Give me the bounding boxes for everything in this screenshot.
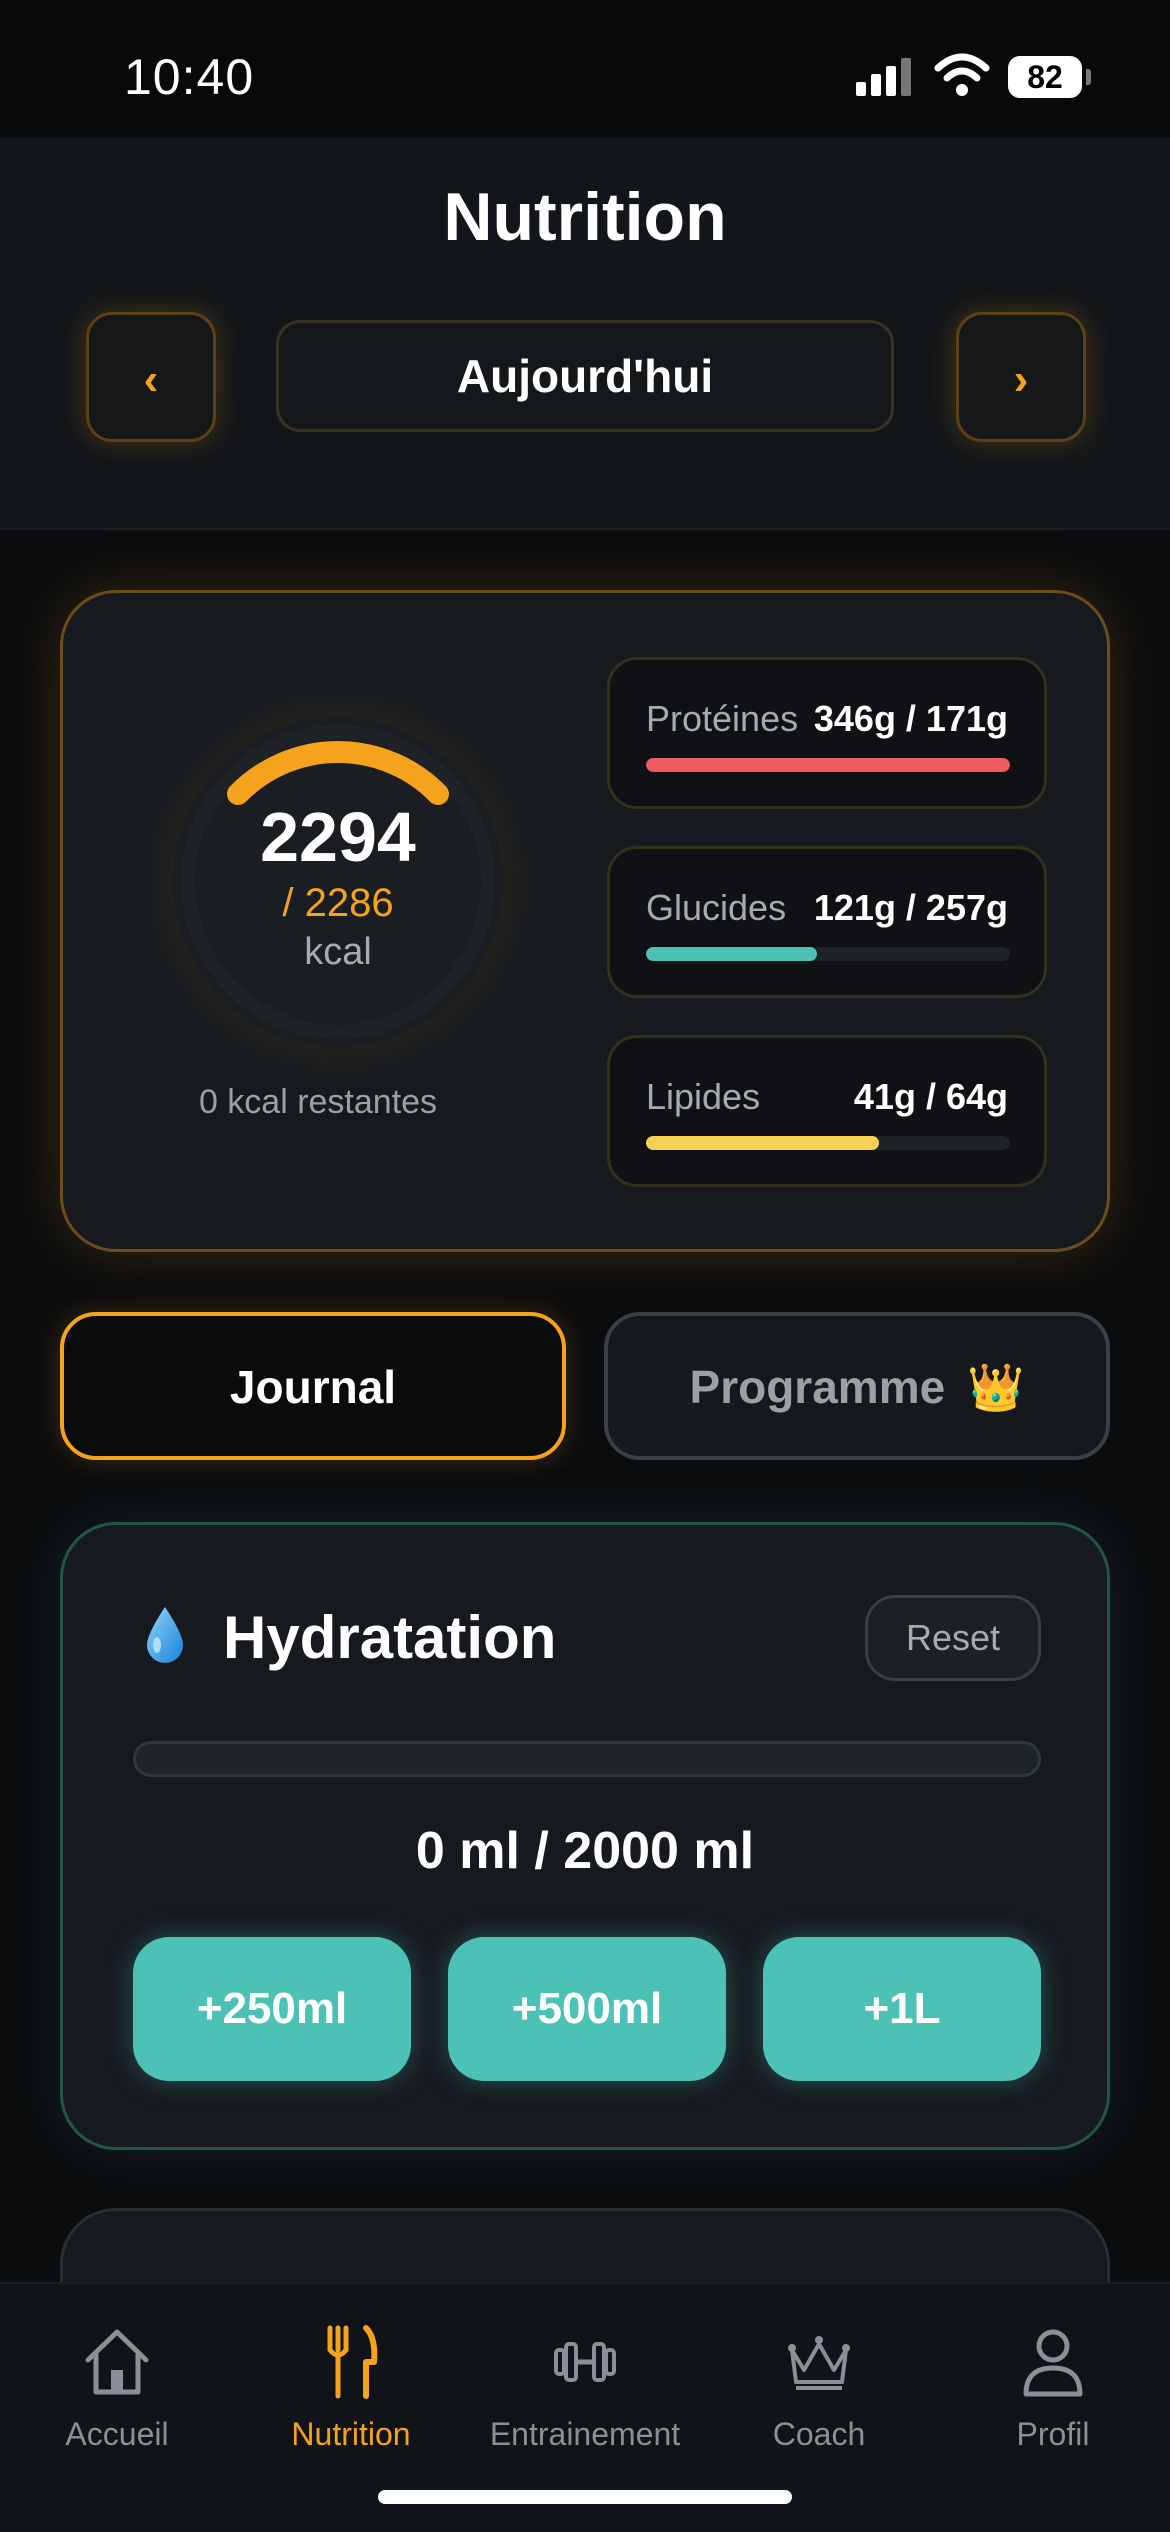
fork-knife-icon: [327, 2325, 378, 2399]
tabbar-label: Entrainement: [489, 2416, 681, 2452]
home-icon: [85, 2329, 149, 2395]
macro-name: Protéines: [646, 698, 799, 739]
home-indicator: [378, 2490, 792, 2504]
date-selector[interactable]: Aujourd'hui: [276, 320, 894, 432]
calorie-ring: 2294 / 2286 kcal: [173, 717, 503, 1047]
tab-programme[interactable]: Programme 👑: [604, 1312, 1110, 1460]
macro-name: Lipides: [646, 1076, 761, 1117]
macro-value: 41g / 64g: [853, 1076, 1008, 1117]
next-day-button[interactable]: ›: [956, 312, 1086, 442]
calories-unit: kcal: [304, 931, 372, 973]
calorie-progress-arc: [227, 741, 449, 805]
tab-programme-label: Programme: [689, 1361, 946, 1413]
tabbar-label: Accueil: [65, 2416, 169, 2452]
tabbar-item-coach[interactable]: Coach: [702, 2304, 936, 2464]
tabbar-label: Nutrition: [291, 2416, 411, 2452]
tabbar-item-profil[interactable]: Profil: [936, 2304, 1170, 2464]
add-1l-button[interactable]: +1L: [763, 1937, 1041, 2081]
macro-progress-fill: [646, 947, 818, 961]
cellular-signal-icon: [856, 56, 912, 96]
calories-consumed: 2294: [260, 798, 416, 876]
calorie-summary-card: 2294 / 2286 kcal 0 kcal restantes Protéi…: [60, 590, 1110, 1252]
tabbar-item-entrainement[interactable]: Entrainement: [468, 2304, 702, 2464]
hydration-card: Hydratation Reset 0 ml / 2000 ml +250ml …: [60, 1522, 1110, 2150]
crown-icon: [788, 2336, 850, 2390]
macro-progress-fill: [646, 758, 1010, 772]
tabbar-label: Profil: [1016, 2416, 1090, 2452]
macro-card-glucides[interactable]: Glucides 121g / 257g: [607, 846, 1047, 998]
person-icon: [1023, 2329, 1083, 2397]
macro-progress-fill: [646, 1136, 879, 1150]
macro-card-proteines[interactable]: Protéines 346g / 171g: [607, 657, 1047, 809]
water-drop-icon: [147, 1607, 183, 1663]
tabbar-item-accueil[interactable]: Accueil: [0, 2304, 234, 2464]
status-time: 10:40: [124, 49, 255, 105]
add-250ml-button[interactable]: +250ml: [133, 1937, 411, 2081]
previous-day-button[interactable]: ‹: [86, 312, 216, 442]
status-bar: 10:40 82: [0, 0, 1170, 138]
macro-progress-track: [646, 947, 1010, 961]
page-title: Nutrition: [443, 179, 727, 255]
header: Nutrition ‹ Aujourd'hui ›: [0, 138, 1170, 530]
hydration-value: 0 ml / 2000 ml: [415, 1822, 755, 1880]
macro-progress-track: [646, 758, 1010, 772]
battery-level: 82: [1008, 56, 1082, 98]
tabbar-label: Coach: [772, 2416, 866, 2452]
macro-value: 121g / 257g: [813, 887, 1008, 928]
macro-progress-track: [646, 1136, 1010, 1150]
nutrition-screen: 10:40 82 Nutrition ‹ Aujourd'hui › 2294 …: [0, 0, 1170, 2532]
reset-button[interactable]: Reset: [865, 1595, 1041, 1681]
macro-name: Glucides: [646, 887, 787, 928]
wifi-icon: [934, 53, 990, 96]
calories-goal: / 2286: [282, 881, 394, 925]
tab-journal-label: Journal: [229, 1361, 397, 1413]
battery-icon: 82: [1008, 56, 1091, 98]
macro-card-lipides[interactable]: Lipides 41g / 64g: [607, 1035, 1047, 1187]
hydration-progress-track: [133, 1741, 1041, 1777]
macro-value: 346g / 171g: [813, 698, 1008, 739]
tabbar-item-nutrition[interactable]: Nutrition: [234, 2304, 468, 2464]
calories-remaining: 0 kcal restantes: [198, 1083, 438, 1121]
hydration-title: Hydratation: [223, 1604, 557, 1671]
dumbbell-icon: [554, 2342, 616, 2382]
crown-icon: 👑: [967, 1361, 1025, 1413]
bottom-tab-bar: Accueil Nutrition Entrainement Coach Pro…: [0, 2282, 1170, 2532]
add-500ml-button[interactable]: +500ml: [448, 1937, 726, 2081]
tab-journal[interactable]: Journal: [60, 1312, 566, 1460]
